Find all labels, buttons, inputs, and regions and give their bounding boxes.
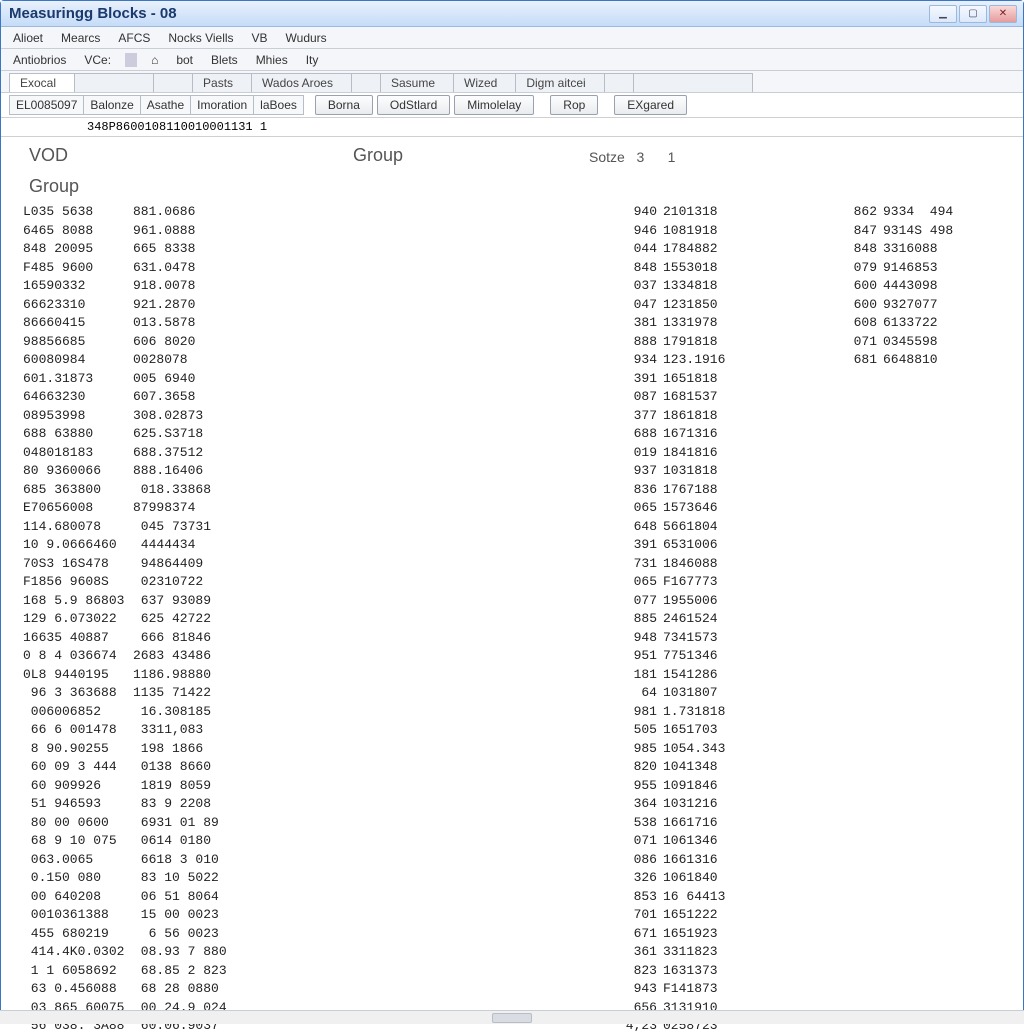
action-button[interactable]: EXgared: [614, 95, 687, 115]
toolbar-home-icon[interactable]: ⌂: [145, 52, 164, 68]
session-id-cell: EL0085097: [9, 95, 84, 115]
menu-item[interactable]: AFCS: [112, 30, 156, 46]
toolbar: Antiobrios VCe: ⌂ bot Blets Mhies Ity: [1, 49, 1023, 71]
action-button[interactable]: Rop: [550, 95, 598, 115]
tab[interactable]: [351, 73, 381, 92]
info-cell[interactable]: laBoes: [253, 95, 304, 115]
menu-item[interactable]: Nocks Viells: [162, 30, 239, 46]
tab[interactable]: Wized: [453, 73, 516, 92]
column-header-sotze: Sotze 3 1: [583, 141, 793, 172]
data-column-7: 9334 494 9314S 498 3316088 9146853 44430…: [883, 203, 943, 1031]
info-bar: EL0085097 Balonze Asathe Imoration laBoe…: [1, 93, 1023, 118]
tab[interactable]: [74, 73, 154, 92]
menu-item[interactable]: VB: [246, 30, 274, 46]
tab[interactable]: [604, 73, 634, 92]
window-minimize-button[interactable]: ▁: [929, 5, 957, 23]
window-maximize-button[interactable]: ▢: [959, 5, 987, 23]
info-readout: 348P8600108110010001131 1: [87, 120, 267, 134]
tab[interactable]: [633, 73, 753, 92]
menu-item[interactable]: Mearcs: [55, 30, 106, 46]
data-column-1: L035 5638 6465 8088 848 20095 F485 9600 …: [23, 203, 133, 1031]
toolbar-item[interactable]: Mhies: [250, 52, 294, 68]
column-header-group: Group: [263, 141, 433, 172]
menu-item[interactable]: Wudurs: [280, 30, 333, 46]
column-header-group-2: Group: [23, 172, 133, 203]
tab[interactable]: [153, 73, 193, 92]
tab[interactable]: Wados Aroes: [251, 73, 352, 92]
data-column-6: 862 847 848 079 600 600 608 071 681: [793, 203, 883, 1031]
window-title: Measuringg Blocks - 08: [7, 5, 929, 22]
tab[interactable]: Pasts: [192, 73, 252, 92]
toolbar-item[interactable]: VCe:: [78, 52, 117, 68]
tab-bar: Exocal Pasts Wados Aroes Sasume Wized Di…: [1, 71, 1023, 93]
window-close-button[interactable]: ✕: [989, 5, 1017, 23]
menubar: Alioet Mearcs AFCS Nocks Viells VB Wudur…: [1, 27, 1023, 49]
action-button[interactable]: Mimolelay: [454, 95, 534, 115]
data-column-4: 940 946 044 848 037 047 381 888 934 391 …: [583, 203, 663, 1031]
info-bar-2: 348P8600108110010001131 1: [1, 118, 1023, 137]
menu-item[interactable]: Alioet: [7, 30, 49, 46]
data-column-2: 881.0686 961.0888 665 8338 631.0478 918.…: [133, 203, 263, 1031]
column-header-vod: VOD: [23, 141, 133, 172]
toolbar-item[interactable]: bot: [170, 52, 199, 68]
action-button[interactable]: OdStlard: [377, 95, 450, 115]
info-cell[interactable]: Imoration: [190, 95, 254, 115]
tab[interactable]: Sasume: [380, 73, 454, 92]
horizontal-scrollbar[interactable]: [0, 1010, 1024, 1024]
window-titlebar: Measuringg Blocks - 08 ▁ ▢ ✕: [1, 1, 1023, 27]
action-button[interactable]: Borna: [315, 95, 373, 115]
info-cell[interactable]: Asathe: [140, 95, 191, 115]
data-column-5: 2101318 1081918 1784882 1553018 1334818 …: [663, 203, 793, 1031]
tab[interactable]: Exocal: [9, 73, 75, 92]
tab[interactable]: Digm aitcei: [515, 73, 604, 92]
toolbar-item[interactable]: Antiobrios: [7, 52, 72, 68]
toolbar-item[interactable]: Ity: [300, 52, 325, 68]
toolbar-item[interactable]: Blets: [205, 52, 244, 68]
info-cell[interactable]: Balonze: [83, 95, 140, 115]
scrollbar-thumb[interactable]: [492, 1013, 532, 1023]
toolbar-separator: [125, 53, 137, 67]
